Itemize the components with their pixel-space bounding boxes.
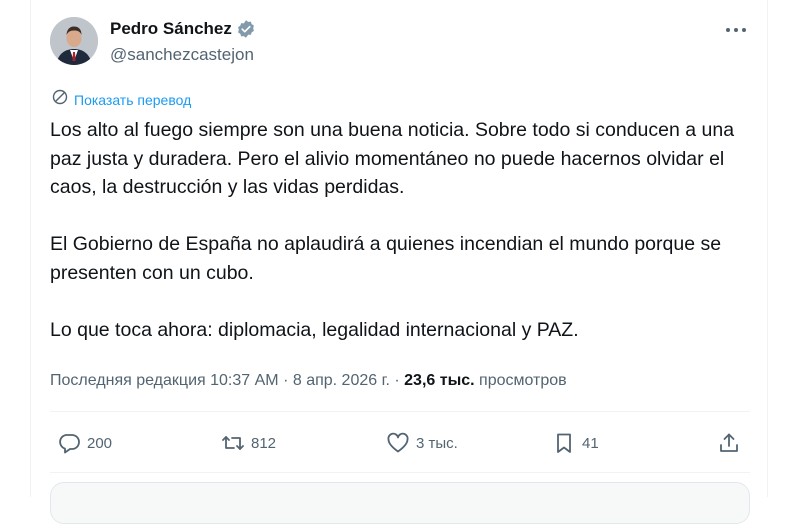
tweet-date[interactable]: 8 апр. 2026 г. bbox=[293, 372, 390, 389]
tweet-paragraph: Lo que toca ahora: diplomacia, legalidad… bbox=[50, 318, 579, 341]
tweet-time[interactable]: 10:37 AM bbox=[210, 372, 278, 389]
verified-badge-icon[interactable] bbox=[236, 19, 256, 39]
bookmark-icon bbox=[557, 433, 571, 453]
repost-count: 812 bbox=[251, 434, 277, 452]
divider-bottom bbox=[50, 472, 750, 473]
author-display-name[interactable]: Pedro Sánchez bbox=[110, 19, 232, 39]
like-count: 3 тыс. bbox=[416, 434, 458, 452]
reply-composer[interactable] bbox=[50, 482, 750, 524]
translate-icon bbox=[52, 89, 68, 110]
avatar-image bbox=[50, 17, 98, 65]
show-translation-link[interactable]: Показать перевод bbox=[52, 89, 191, 110]
action-bar: 200 812 3 тыс. 41 bbox=[0, 425, 800, 461]
tweet-card: Pedro Sánchez @sanchezcastejon Показать … bbox=[0, 0, 800, 524]
reply-count: 200 bbox=[87, 434, 113, 452]
repost-icon bbox=[222, 436, 244, 450]
meta-separator: · bbox=[283, 372, 289, 389]
author-name-row[interactable]: Pedro Sánchez bbox=[110, 19, 256, 39]
show-translation-label[interactable]: Показать перевод bbox=[74, 92, 191, 108]
reply-icon bbox=[59, 434, 80, 454]
left-border bbox=[30, 0, 31, 497]
tweet-paragraph: Los alto al fuego siempre son una buena … bbox=[50, 119, 735, 198]
share-icon bbox=[720, 433, 738, 452]
views-count: 23,6 тыс. bbox=[404, 372, 475, 389]
share-button[interactable] bbox=[717, 425, 741, 461]
divider-top bbox=[50, 411, 750, 412]
tweet-meta: Последняя редакция 10:37 AM · 8 апр. 202… bbox=[50, 372, 567, 390]
bookmark-button[interactable]: 41 bbox=[552, 425, 599, 461]
tweet-body: Los alto al fuego siempre son una buena … bbox=[50, 116, 750, 344]
repost-button[interactable]: 812 bbox=[221, 425, 276, 461]
bookmark-count: 41 bbox=[582, 434, 599, 452]
heart-icon bbox=[387, 432, 409, 453]
avatar[interactable] bbox=[50, 17, 98, 65]
edited-label[interactable]: Последняя редакция bbox=[50, 372, 206, 389]
right-border bbox=[767, 0, 768, 497]
author-handle[interactable]: @sanchezcastejon bbox=[110, 45, 254, 65]
like-button[interactable]: 3 тыс. bbox=[386, 425, 458, 461]
tweet-paragraph: El Gobierno de España no aplaudirá a qui… bbox=[50, 233, 722, 284]
meta-separator: · bbox=[394, 372, 400, 389]
reply-button[interactable]: 200 bbox=[57, 425, 112, 461]
views-label: просмотров bbox=[479, 372, 567, 389]
more-options-icon[interactable] bbox=[723, 20, 749, 40]
